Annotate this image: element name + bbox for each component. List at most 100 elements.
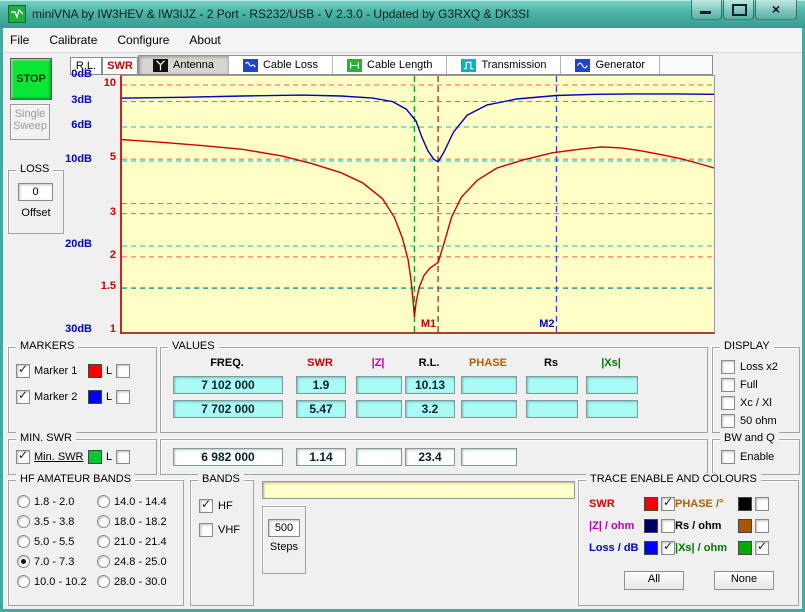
swr-tick-label: 1.5 bbox=[100, 279, 116, 292]
tab-generator[interactable]: Generator bbox=[561, 56, 661, 74]
loss-offset-field[interactable]: 0 bbox=[18, 183, 53, 201]
band-radio-7-0-7-3[interactable] bbox=[17, 555, 30, 568]
band-radio-3-5-3-8[interactable] bbox=[17, 515, 30, 528]
band-radio-14-0-14-4[interactable] bbox=[97, 495, 110, 508]
display-50-ohm-checkbox[interactable] bbox=[721, 414, 735, 428]
values-header-r-l: R.L. bbox=[418, 357, 440, 369]
tab-transmission[interactable]: Transmission bbox=[447, 56, 562, 74]
none-button[interactable]: None bbox=[714, 571, 774, 590]
min-swr-checkbox[interactable] bbox=[16, 448, 30, 464]
values-header-swr: SWR bbox=[307, 357, 333, 369]
mode-tabstrip: Antenna Cable Loss Cable Length Transmissio… bbox=[138, 55, 713, 75]
bands-option-row: VHF bbox=[199, 523, 240, 537]
band-radio-10-0-10-2[interactable] bbox=[17, 575, 30, 588]
trace-swatch-rs-ohm[interactable] bbox=[738, 519, 752, 533]
titlebar[interactable]: miniVNA by IW3HEV & IW3IJZ - 2 Port - RS… bbox=[0, 0, 805, 28]
display-full-label: Full bbox=[740, 379, 758, 391]
tab-cable-loss[interactable]: Cable Loss bbox=[228, 56, 334, 74]
tab-label: Transmission bbox=[481, 59, 547, 71]
transmission-icon bbox=[461, 58, 477, 72]
cable-loss-icon bbox=[242, 58, 258, 72]
all-button[interactable]: All bbox=[624, 571, 684, 590]
band-label-24-8-25-0: 24.8 - 25.0 bbox=[114, 555, 167, 568]
band-radio-28-0-30-0[interactable] bbox=[97, 575, 110, 588]
trace-checkbox-loss-db[interactable] bbox=[661, 539, 675, 555]
display-group: DISPLAY Loss x2 Full Xc / Xl 50 ohm bbox=[712, 340, 800, 433]
display-option-row: Full bbox=[721, 378, 758, 392]
min-swr-group-title: MIN. SWR bbox=[16, 432, 76, 444]
vhf-label: VHF bbox=[218, 524, 240, 536]
trace-row-rs-ohm: Rs / ohm bbox=[675, 519, 769, 533]
trace-checkbox-swr[interactable] bbox=[661, 495, 675, 511]
display-loss-x2-checkbox[interactable] bbox=[721, 360, 735, 374]
trace-swatch-phase[interactable] bbox=[738, 497, 752, 511]
min-swr-l-checkbox[interactable] bbox=[116, 450, 131, 464]
band-radio-24-8-25-0[interactable] bbox=[97, 555, 110, 568]
db-tick-label: 30dB bbox=[65, 323, 92, 335]
menu-item-calibrate[interactable]: Calibrate bbox=[39, 29, 107, 51]
steps-field[interactable]: 500 bbox=[268, 519, 300, 537]
display-xc-xl-checkbox[interactable] bbox=[721, 396, 735, 410]
tab-label: Generator bbox=[595, 59, 646, 71]
marker-2-checkbox[interactable] bbox=[16, 388, 30, 404]
trace-row-xs-ohm: |Xs| / ohm bbox=[675, 539, 769, 555]
trace-checkbox-z-ohm[interactable] bbox=[661, 519, 675, 533]
hf-bands-title: HF AMATEUR BANDS bbox=[16, 473, 136, 485]
min-swr-cell-phase bbox=[461, 448, 517, 466]
menu-item-about[interactable]: About bbox=[179, 29, 230, 51]
menu-item-configure[interactable]: Configure bbox=[107, 29, 179, 51]
tab-cable-length[interactable]: Cable Length bbox=[333, 56, 448, 74]
minimize-icon bbox=[700, 11, 711, 14]
steps-group: 500 Steps bbox=[262, 506, 306, 574]
band-radio-1-8-2-0[interactable] bbox=[17, 495, 30, 508]
minimize-button[interactable] bbox=[691, 0, 722, 20]
trace-row-loss-db: Loss / dB bbox=[589, 539, 675, 555]
stop-button[interactable]: STOP bbox=[10, 58, 52, 100]
trace-label-z-ohm: |Z| / ohm bbox=[589, 520, 635, 532]
marker-1-l-checkbox[interactable] bbox=[116, 364, 131, 378]
band-radio-21-0-21-4[interactable] bbox=[97, 535, 110, 548]
bands-group-title: BANDS bbox=[198, 473, 244, 485]
min-swr-cell-freq: 6 982 000 bbox=[173, 448, 283, 466]
trace-label-swr: SWR bbox=[589, 498, 615, 510]
trace-row-z-ohm: |Z| / ohm bbox=[589, 519, 675, 533]
single-sweep-button[interactable]: Single Sweep bbox=[10, 104, 50, 140]
band-label-21-0-21-4: 21.0 - 21.4 bbox=[114, 535, 167, 548]
tab-label: Cable Length bbox=[367, 59, 433, 71]
trace-row-swr: SWR bbox=[589, 495, 675, 511]
display-50-ohm-label: 50 ohm bbox=[740, 415, 777, 427]
app-icon bbox=[8, 5, 26, 23]
trace-swatch-z-ohm[interactable] bbox=[644, 519, 658, 533]
hf-label: HF bbox=[218, 500, 233, 512]
marker-2-color-swatch bbox=[88, 390, 102, 404]
hf-checkbox[interactable] bbox=[199, 497, 213, 513]
trace-checkbox-rs-ohm[interactable] bbox=[755, 519, 769, 533]
values-group: VALUES FREQ. SWR |Z| R.L. PHASE Rs |Xs| 7 102 0… bbox=[160, 340, 708, 433]
bw-enable-row: Enable bbox=[721, 450, 774, 464]
trace-label-phase: PHASE /° bbox=[675, 498, 724, 510]
swr-scale-toggle[interactable]: SWR bbox=[102, 57, 138, 75]
marker-2-l-checkbox[interactable] bbox=[116, 390, 131, 404]
hf-amateur-bands-group: HF AMATEUR BANDS 1.8 - 2.0 3.5 - 3.8 5.0 -… bbox=[8, 473, 184, 606]
vhf-checkbox[interactable] bbox=[199, 523, 213, 537]
trace-swatch-loss-db[interactable] bbox=[644, 541, 658, 555]
band-radio-5-0-5-5[interactable] bbox=[17, 535, 30, 548]
values-header-rs: Rs bbox=[543, 357, 559, 369]
markers-group-title: MARKERS bbox=[16, 340, 79, 352]
band-row-28-0-30-0: 28.0 - 30.0 bbox=[97, 575, 167, 588]
maximize-button[interactable] bbox=[723, 0, 754, 20]
trace-checkbox-xs-ohm[interactable] bbox=[755, 539, 769, 555]
tab-antenna[interactable]: Antenna bbox=[139, 56, 229, 74]
trace-checkbox-phase[interactable] bbox=[755, 497, 769, 511]
display-full-checkbox[interactable] bbox=[721, 378, 735, 392]
band-radio-18-0-18-2[interactable] bbox=[97, 515, 110, 528]
marker-1-checkbox[interactable] bbox=[16, 362, 30, 378]
chart-area[interactable]: M1 M2 bbox=[120, 75, 715, 334]
min-swr-label: Min. SWR bbox=[34, 451, 84, 463]
bw-enable-checkbox[interactable] bbox=[721, 450, 735, 464]
menu-item-file[interactable]: File bbox=[0, 29, 39, 51]
band-label-28-0-30-0: 28.0 - 30.0 bbox=[114, 575, 167, 588]
close-button[interactable]: × bbox=[755, 0, 797, 20]
trace-swatch-swr[interactable] bbox=[644, 497, 658, 511]
trace-swatch-xs-ohm[interactable] bbox=[738, 541, 752, 555]
